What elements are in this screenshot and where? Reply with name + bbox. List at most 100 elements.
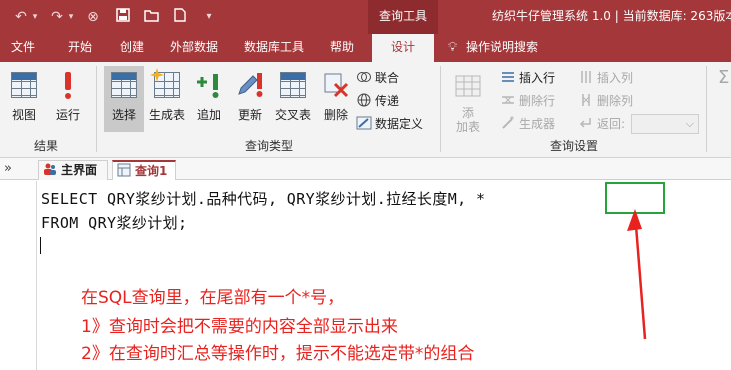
- update-label: 更新: [237, 108, 262, 122]
- delete-columns-button[interactable]: 删除列: [578, 91, 633, 111]
- window-title: 纺织牛仔管理系统 1.0 | 当前数据库: 263版本: [492, 9, 731, 23]
- context-tab-query-tools: 查询工具: [368, 0, 438, 34]
- annotation-line-3: 2》在查询时汇总等操作时，提示不能选定带*的组合: [81, 344, 475, 364]
- annotation-arrow-icon: [627, 209, 647, 340]
- delete-columns-label: 删除列: [597, 94, 634, 108]
- update-button[interactable]: 更新: [230, 66, 270, 132]
- doc-tab-main-form[interactable]: 主界面: [38, 160, 108, 180]
- make-table-label: 生成表: [148, 108, 185, 122]
- add-table-icon: [453, 70, 483, 100]
- ribbon-tab-bar: 文件 开始 创建 外部数据 数据库工具 帮助 设计 💡︎ 操作说明搜索: [0, 34, 731, 62]
- redo-dropdown-icon[interactable]: ▾: [66, 8, 76, 26]
- document-tab-bar: » 主界面 查询1: [0, 158, 731, 180]
- delete-query-icon: [321, 70, 351, 100]
- data-definition-button[interactable]: 数据定义: [356, 114, 423, 134]
- union-icon: [356, 69, 372, 85]
- annotation-line-1: 在SQL查询里，在尾部有一个*号，: [81, 288, 345, 308]
- group-separator: [440, 66, 441, 152]
- pencil-update-icon: [235, 70, 265, 100]
- select-label: 选择: [111, 108, 136, 122]
- return-icon: [578, 115, 594, 131]
- undo-dropdown-icon[interactable]: ▾: [30, 8, 40, 26]
- builder-label: 生成器: [519, 117, 556, 131]
- doc-tab-query1-label: 查询1: [135, 164, 168, 178]
- append-icon: [194, 70, 224, 100]
- tell-me-label: 操作说明搜索: [466, 40, 539, 54]
- builder-button[interactable]: 生成器: [500, 114, 555, 134]
- group-label-query-setup: 查询设置: [549, 139, 598, 153]
- save-icon[interactable]: [114, 8, 132, 26]
- group-separator: [706, 66, 707, 152]
- sql-line-1[interactable]: SELECT QRY浆纱计划.品种代码, QRY浆纱计划.拉经长度M, *: [41, 188, 485, 209]
- delete-query-button[interactable]: 删除: [318, 66, 354, 132]
- tab-create[interactable]: 创建: [108, 34, 156, 62]
- ribbon: 视图 运行 结果 选择 生成表 追加 更新 交叉表 删除 联合 传递 数据定义 …: [0, 62, 731, 158]
- insert-columns-label: 插入列: [597, 71, 634, 85]
- delete-label: 删除: [323, 108, 348, 122]
- annotation-line-2: 1》查询时会把不需要的内容全部显示出来: [81, 317, 398, 337]
- insert-columns-button[interactable]: 插入列: [578, 68, 633, 88]
- data-definition-label: 数据定义: [375, 117, 424, 131]
- group-label-results: 结果: [33, 139, 58, 153]
- tab-file[interactable]: 文件: [0, 34, 46, 62]
- open-folder-icon[interactable]: [142, 8, 162, 26]
- run-button[interactable]: 运行: [48, 66, 88, 132]
- undo-icon[interactable]: ↶: [12, 8, 30, 26]
- add-table-button[interactable]: 添 加表: [448, 66, 488, 134]
- make-table-button[interactable]: 生成表: [146, 66, 188, 132]
- insert-rows-button[interactable]: 插入行: [500, 68, 555, 88]
- run-label: 运行: [55, 108, 80, 122]
- pass-through-button[interactable]: 传递: [356, 91, 399, 111]
- globe-icon: [356, 92, 372, 108]
- select-query-icon: [109, 70, 139, 100]
- query-icon: [117, 163, 131, 177]
- data-definition-icon: [356, 115, 372, 131]
- return-label: 返回:: [597, 117, 626, 131]
- lightbulb-icon: 💡︎: [448, 40, 458, 55]
- crosstab-icon: [278, 70, 308, 100]
- insert-columns-icon: [578, 69, 594, 85]
- union-button[interactable]: 联合: [356, 68, 399, 88]
- doc-tab-main-label: 主界面: [61, 163, 98, 177]
- doc-tab-query1[interactable]: 查询1: [112, 160, 176, 180]
- refresh-all-icon[interactable]: ⊗: [84, 8, 102, 26]
- totals-icon[interactable]: Σ: [718, 68, 729, 88]
- view-label: 视图: [11, 108, 36, 122]
- chevron-down-icon: ⌵: [685, 117, 694, 130]
- make-table-icon: [150, 68, 182, 100]
- group-label-query-type: 查询类型: [244, 139, 293, 153]
- delete-columns-icon: [578, 92, 594, 108]
- append-button[interactable]: 追加: [190, 66, 228, 132]
- crosstab-button[interactable]: 交叉表: [272, 66, 314, 132]
- tab-design[interactable]: 设计: [372, 34, 434, 62]
- group-separator: [96, 66, 97, 152]
- redo-icon[interactable]: ↷: [48, 8, 66, 26]
- view-button[interactable]: 视图: [4, 66, 44, 132]
- return-dropdown[interactable]: ⌵: [631, 114, 699, 134]
- insert-rows-label: 插入行: [519, 71, 556, 85]
- add-table-label-2: 加表: [455, 120, 480, 134]
- sql-line-2[interactable]: FROM QRY浆纱计划;: [41, 212, 187, 233]
- add-table-label-1: 添: [461, 106, 474, 120]
- delete-rows-button[interactable]: 删除行: [500, 91, 555, 111]
- tab-help[interactable]: 帮助: [320, 34, 364, 62]
- customize-dropdown-icon[interactable]: ▾: [202, 8, 216, 26]
- form-people-icon: [43, 162, 57, 176]
- title-bar: ↶ ▾ ↷ ▾ ⊗ ▾ 查询工具 纺织牛仔管理系统 1.0 | 当前数据库: 2…: [0, 0, 731, 34]
- new-file-icon[interactable]: [172, 8, 188, 26]
- tab-database-tools[interactable]: 数据库工具: [236, 34, 312, 62]
- pass-through-label: 传递: [375, 94, 400, 108]
- append-label: 追加: [196, 108, 221, 122]
- tab-external-data[interactable]: 外部数据: [162, 34, 226, 62]
- insert-rows-icon: [500, 69, 516, 85]
- delete-rows-label: 删除行: [519, 94, 556, 108]
- union-label: 联合: [375, 71, 400, 85]
- builder-wand-icon: [500, 115, 516, 131]
- nav-pane-toggle-icon[interactable]: »: [4, 158, 12, 180]
- sql-editor[interactable]: SELECT QRY浆纱计划.品种代码, QRY浆纱计划.拉经长度M, * FR…: [36, 181, 731, 370]
- delete-rows-icon: [500, 92, 516, 108]
- tell-me-search[interactable]: 💡︎ 操作说明搜索: [448, 34, 538, 62]
- select-query-button[interactable]: 选择: [104, 66, 144, 132]
- crosstab-label: 交叉表: [274, 108, 311, 122]
- tab-home[interactable]: 开始: [56, 34, 104, 62]
